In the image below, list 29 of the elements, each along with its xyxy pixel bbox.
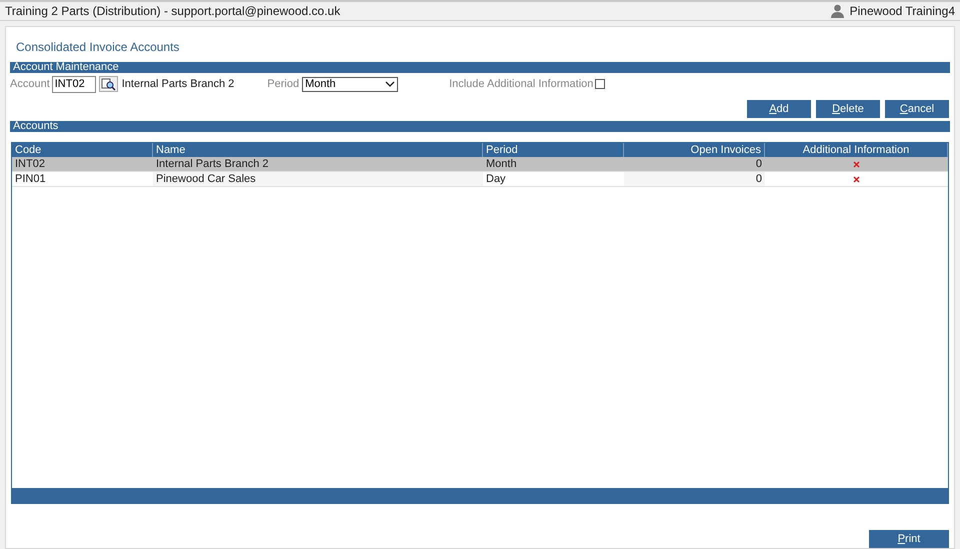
table-cell: Pinewood Car Sales (153, 172, 483, 186)
chevron-down-icon (385, 81, 396, 87)
table-row[interactable]: PIN01 Pinewood Car Sales Day 0 (12, 172, 948, 187)
table-cell-text: INT02 (14, 157, 46, 171)
table-cell: 0 (624, 172, 765, 186)
window-title: Training 2 Parts (Distribution) - support.portal@pinewood.co.uk (5, 3, 340, 20)
table-cell-text: Day (485, 172, 507, 186)
period-label: Period (267, 76, 300, 92)
table-cell-text: 0 (754, 157, 763, 171)
section-header: Account Maintenance (10, 62, 950, 73)
action-button[interactable]: Add (747, 100, 811, 118)
table-cell-text: PIN01 (14, 172, 47, 186)
action-button[interactable]: Print (869, 530, 949, 548)
table-cell-text: Internal Parts Branch 2 (155, 157, 270, 171)
account-field[interactable]: INT02 (52, 76, 96, 92)
include-label: Include Additional Information (449, 76, 594, 92)
account-name: Internal Parts Branch 2 (122, 76, 234, 92)
period-dropdown[interactable]: Month (302, 76, 398, 92)
lookup-icon[interactable] (98, 76, 118, 92)
account-label: Account (10, 76, 50, 92)
user-name: Pinewood Training4 (850, 3, 955, 20)
include-checkbox[interactable] (595, 79, 606, 89)
page-title: Consolidated Invoice Accounts (16, 39, 180, 56)
action-button[interactable]: Cancel (885, 100, 949, 118)
section-header: Accounts (10, 121, 950, 132)
action-button[interactable]: Delete (816, 100, 880, 118)
table-cell-text: Month (485, 157, 518, 171)
table-row[interactable]: INT02 Internal Parts Branch 2 Month 0 (12, 157, 948, 172)
user-icon (830, 4, 844, 18)
